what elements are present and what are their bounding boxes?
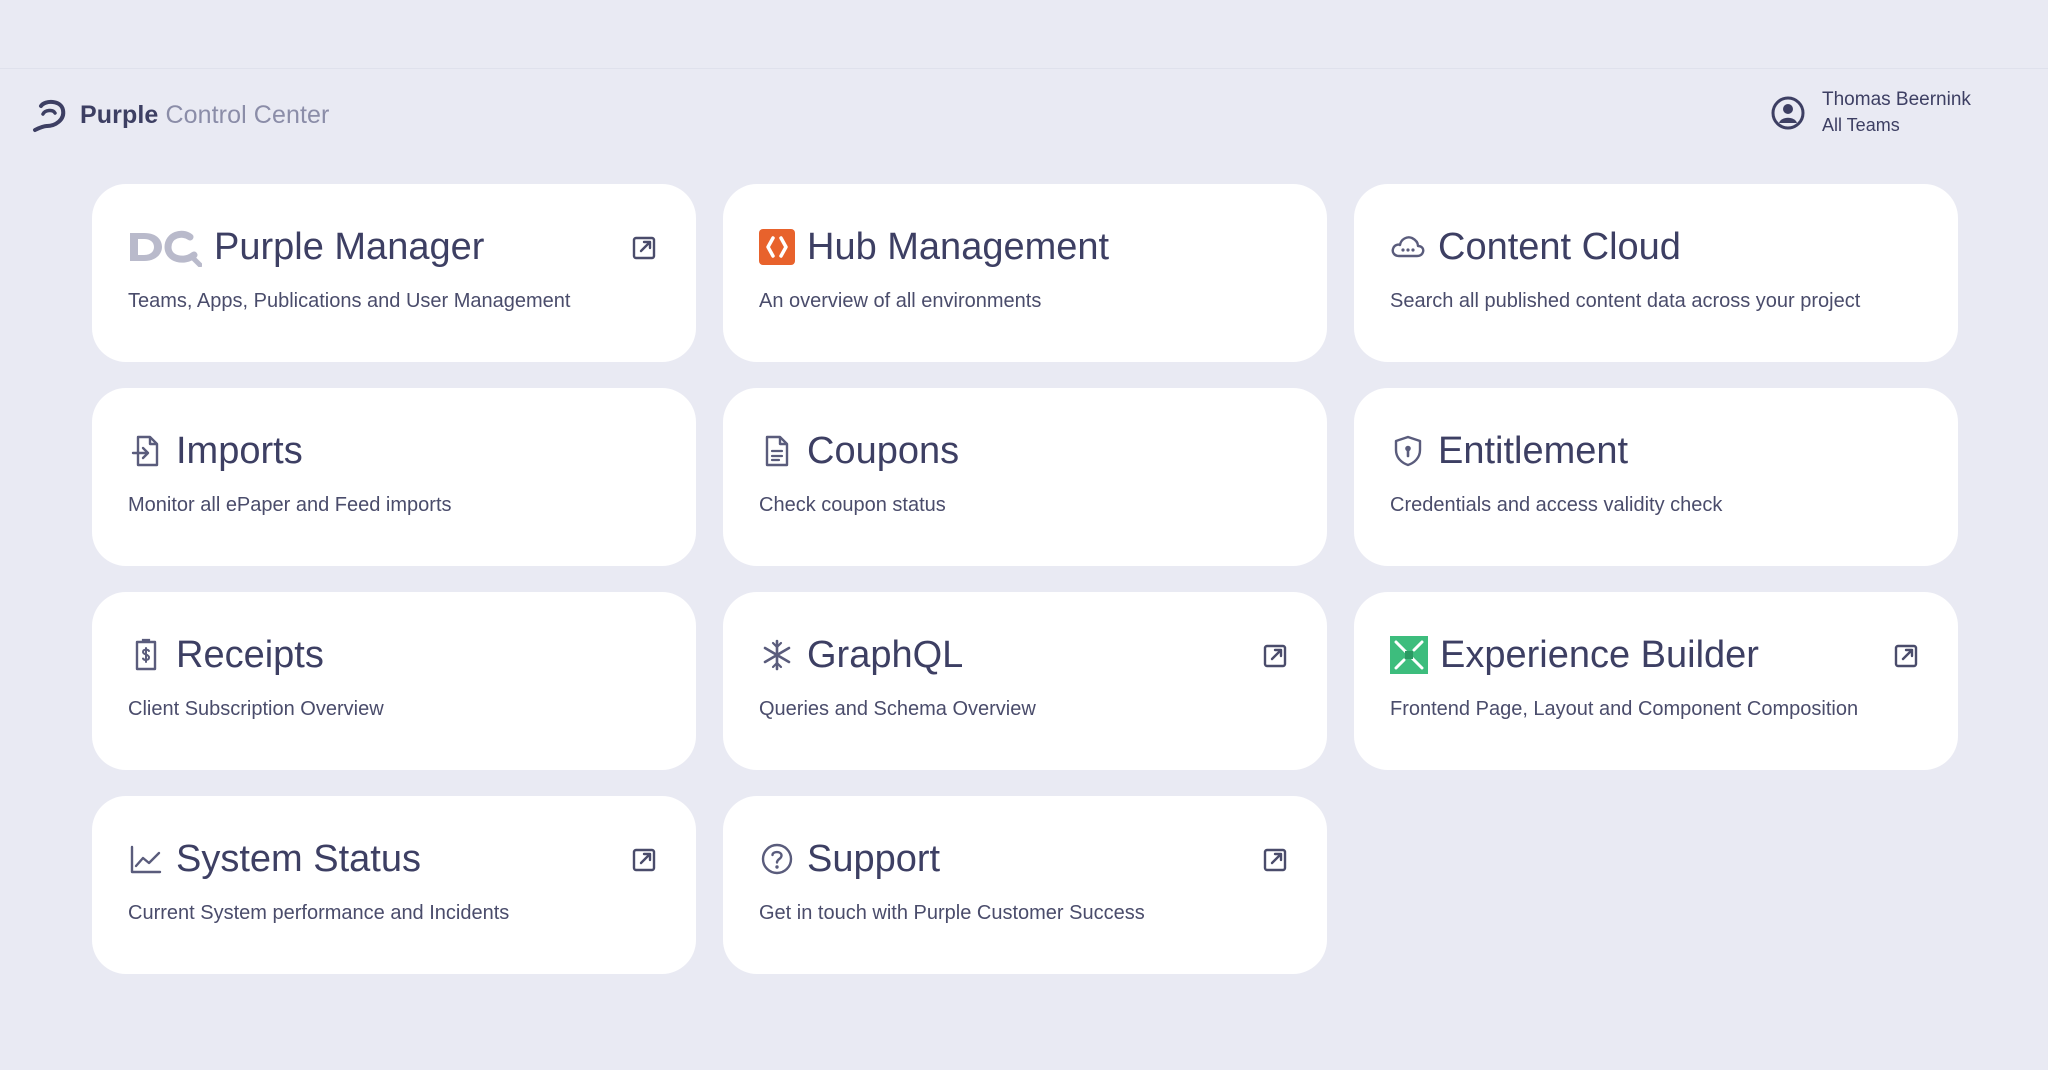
card-entitlement[interactable]: Entitlement Credentials and access valid… [1354,388,1958,566]
header: Purple Control Center Thomas Beernink Al… [0,69,2048,161]
shield-icon [1390,433,1426,469]
card-description: Client Subscription Overview [128,698,384,720]
card-title: System Status [176,837,421,880]
card-coupons[interactable]: Coupons Check coupon status [723,388,1327,566]
card-system-status[interactable]: System Status Current System performance… [92,796,696,974]
document-icon [759,433,795,469]
user-team: All Teams [1822,115,1900,135]
brand-title: Purple Control Center [80,101,329,130]
cloud-icon [1390,229,1426,265]
brand-strong: Purple [80,100,159,129]
help-circle-icon [759,841,795,877]
external-link-icon[interactable] [1261,642,1289,670]
card-title: Coupons [807,429,960,472]
card-purple-manager[interactable]: Purple Manager Teams, Apps, Publications… [92,184,696,362]
top-strip [0,0,2048,69]
external-link-icon[interactable] [630,234,658,262]
card-experience-builder[interactable]: Experience Builder Frontend Page, Layout… [1354,592,1958,770]
external-link-icon[interactable] [1892,642,1920,670]
card-title: Experience Builder [1440,633,1759,676]
experience-builder-logo-icon [1390,636,1428,674]
card-description: An overview of all environments [759,290,1042,312]
purple-logo-icon [30,95,70,135]
card-title: Support [807,837,941,880]
card-title: Entitlement [1438,429,1629,472]
user-menu[interactable]: Thomas Beernink All Teams [1768,87,1971,138]
snowflake-icon [759,637,795,673]
card-title: Receipts [176,633,324,676]
card-receipts[interactable]: Receipts Client Subscription Overview [92,592,696,770]
chart-line-icon [128,841,164,877]
hub-logo-icon [759,229,795,265]
card-description: Teams, Apps, Publications and User Manag… [128,290,571,312]
app-grid: Purple Manager Teams, Apps, Publications… [92,184,1958,974]
card-description: Queries and Schema Overview [759,698,1036,720]
card-description: Current System performance and Incidents [128,902,510,924]
card-title: Purple Manager [214,225,485,268]
brand-light: Control Center [165,100,330,129]
user-avatar-icon [1768,93,1808,133]
card-imports[interactable]: Imports Monitor all ePaper and Feed impo… [92,388,696,566]
card-description: Check coupon status [759,494,946,516]
file-import-icon [128,433,164,469]
card-support[interactable]: Support Get in touch with Purple Custome… [723,796,1327,974]
receipt-icon [128,637,164,673]
card-description: Credentials and access validity check [1390,494,1723,516]
card-graphql[interactable]: GraphQL Queries and Schema Overview [723,592,1327,770]
external-link-icon[interactable] [630,846,658,874]
card-title: Imports [176,429,303,472]
external-link-icon[interactable] [1261,846,1289,874]
card-description: Get in touch with Purple Customer Succes… [759,902,1145,924]
user-name: Thomas Beernink [1822,89,1971,110]
card-description: Frontend Page, Layout and Component Comp… [1390,698,1859,720]
card-description: Monitor all ePaper and Feed imports [128,494,452,516]
user-info: Thomas Beernink All Teams [1822,87,1971,138]
card-content-cloud[interactable]: Content Cloud Search all published conte… [1354,184,1958,362]
dc-logo-icon [128,227,202,267]
brand[interactable]: Purple Control Center [30,95,329,135]
card-title: Content Cloud [1438,225,1681,268]
card-title: Hub Management [807,225,1110,268]
card-title: GraphQL [807,633,964,676]
card-hub-management[interactable]: Hub Management An overview of all enviro… [723,184,1327,362]
card-description: Search all published content data across… [1390,290,1861,312]
